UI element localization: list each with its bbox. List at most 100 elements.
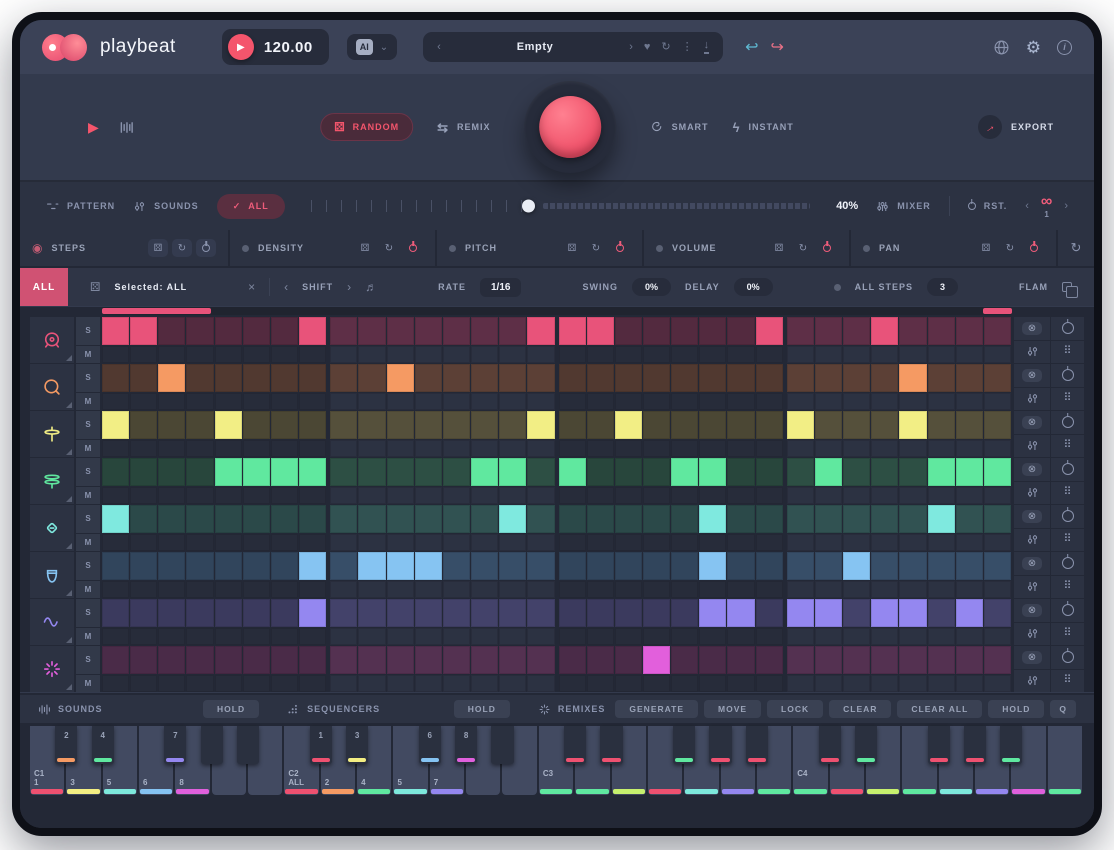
substep-cell[interactable] [271, 440, 298, 457]
step-cell[interactable] [956, 646, 983, 674]
substep-cell[interactable] [358, 440, 385, 457]
step-cell[interactable] [815, 505, 842, 533]
row-filter-icon[interactable] [1014, 576, 1050, 599]
substep-cell[interactable] [271, 628, 298, 645]
substep-cell[interactable] [471, 534, 498, 551]
substep-cell[interactable] [330, 393, 357, 410]
step-cell[interactable] [243, 599, 270, 627]
solo-button[interactable]: S [76, 458, 100, 486]
step-cell[interactable] [215, 458, 242, 486]
black-key[interactable] [855, 726, 877, 764]
step-cell[interactable] [158, 364, 185, 392]
step-cell[interactable] [815, 599, 842, 627]
probability-knob[interactable] [1051, 458, 1084, 481]
step-cell[interactable] [415, 458, 442, 486]
step-cell[interactable] [243, 552, 270, 580]
step-cell[interactable] [471, 599, 498, 627]
substep-cell[interactable] [415, 440, 442, 457]
substep-cell[interactable] [984, 487, 1011, 504]
solo-button[interactable]: S [76, 505, 100, 533]
step-cell[interactable] [899, 646, 926, 674]
substep-cell[interactable] [727, 346, 754, 363]
substep-cell[interactable] [587, 628, 614, 645]
substep-cell[interactable] [271, 487, 298, 504]
substep-cell[interactable] [387, 346, 414, 363]
substep-cell[interactable] [358, 487, 385, 504]
step-cell[interactable] [699, 411, 726, 439]
step-cell[interactable] [787, 646, 814, 674]
sounds-section-label[interactable]: SOUNDS [38, 703, 103, 716]
row-filter-icon[interactable] [1014, 341, 1050, 364]
substep-cell[interactable] [387, 487, 414, 504]
substep-cell[interactable] [243, 393, 270, 410]
substep-cell[interactable] [871, 534, 898, 551]
substep-cell[interactable] [756, 487, 783, 504]
open-hihat-icon[interactable] [30, 458, 74, 504]
substep-cell[interactable] [499, 346, 526, 363]
step-cell[interactable] [387, 505, 414, 533]
substep-cell[interactable] [358, 346, 385, 363]
black-key[interactable] [746, 726, 768, 764]
black-key[interactable]: 7 [164, 726, 186, 764]
substep-cell[interactable] [186, 581, 213, 598]
step-cell[interactable] [499, 411, 526, 439]
substep-cell[interactable] [643, 628, 670, 645]
black-key[interactable] [819, 726, 841, 764]
step-cell[interactable] [815, 317, 842, 345]
substep-cell[interactable] [415, 581, 442, 598]
substep-cell[interactable] [299, 487, 326, 504]
substep-cell[interactable] [899, 675, 926, 692]
substep-cell[interactable] [102, 534, 129, 551]
substep-cell[interactable] [843, 675, 870, 692]
loop-icon[interactable]: ↻ [586, 239, 606, 257]
substep-cell[interactable] [815, 675, 842, 692]
substep-cell[interactable] [815, 393, 842, 410]
substep-cell[interactable] [443, 534, 470, 551]
step-cell[interactable] [443, 599, 470, 627]
step-cell[interactable] [727, 317, 754, 345]
dice-icon[interactable]: ⚄ [562, 239, 582, 257]
step-cell[interactable] [928, 411, 955, 439]
substep-cell[interactable] [871, 346, 898, 363]
substep-cell[interactable] [643, 581, 670, 598]
step-cell[interactable] [643, 364, 670, 392]
step-cell[interactable] [330, 552, 357, 580]
row-filter-icon[interactable] [1014, 482, 1050, 505]
substep-cell[interactable] [130, 534, 157, 551]
substep-cell[interactable] [843, 487, 870, 504]
shift-left-icon[interactable]: ‹ [284, 281, 288, 293]
black-key[interactable] [709, 726, 731, 764]
substep-cell[interactable] [471, 675, 498, 692]
all-steps-value[interactable]: 3 [927, 278, 958, 296]
substep-cell[interactable] [643, 534, 670, 551]
step-cell[interactable] [671, 317, 698, 345]
substep-cell[interactable] [527, 393, 554, 410]
step-cell[interactable] [756, 458, 783, 486]
refresh-all-button[interactable]: ↻ [1058, 230, 1094, 266]
substep-cell[interactable] [643, 393, 670, 410]
substep-cell[interactable] [871, 581, 898, 598]
substep-cell[interactable] [299, 393, 326, 410]
step-cell[interactable] [671, 505, 698, 533]
substep-cell[interactable] [415, 628, 442, 645]
substep-cell[interactable] [787, 534, 814, 551]
step-cell[interactable] [956, 411, 983, 439]
drag-handle-icon[interactable]: ⠿ [1051, 388, 1084, 411]
solo-button[interactable]: S [76, 646, 100, 674]
substep-cell[interactable] [330, 346, 357, 363]
step-cell[interactable] [956, 552, 983, 580]
substep-cell[interactable] [928, 440, 955, 457]
step-cell[interactable] [415, 411, 442, 439]
substep-cell[interactable] [215, 487, 242, 504]
step-cell[interactable] [587, 317, 614, 345]
black-key[interactable]: 2 [55, 726, 77, 764]
substep-cell[interactable] [699, 487, 726, 504]
substep-cell[interactable] [243, 628, 270, 645]
step-cell[interactable] [984, 411, 1011, 439]
substep-cell[interactable] [102, 440, 129, 457]
substep-cell[interactable] [928, 675, 955, 692]
step-cell[interactable] [559, 505, 586, 533]
step-cell[interactable] [299, 317, 326, 345]
step-cell[interactable] [102, 411, 129, 439]
bpm-control[interactable]: ▶ 120.00 [222, 29, 329, 65]
